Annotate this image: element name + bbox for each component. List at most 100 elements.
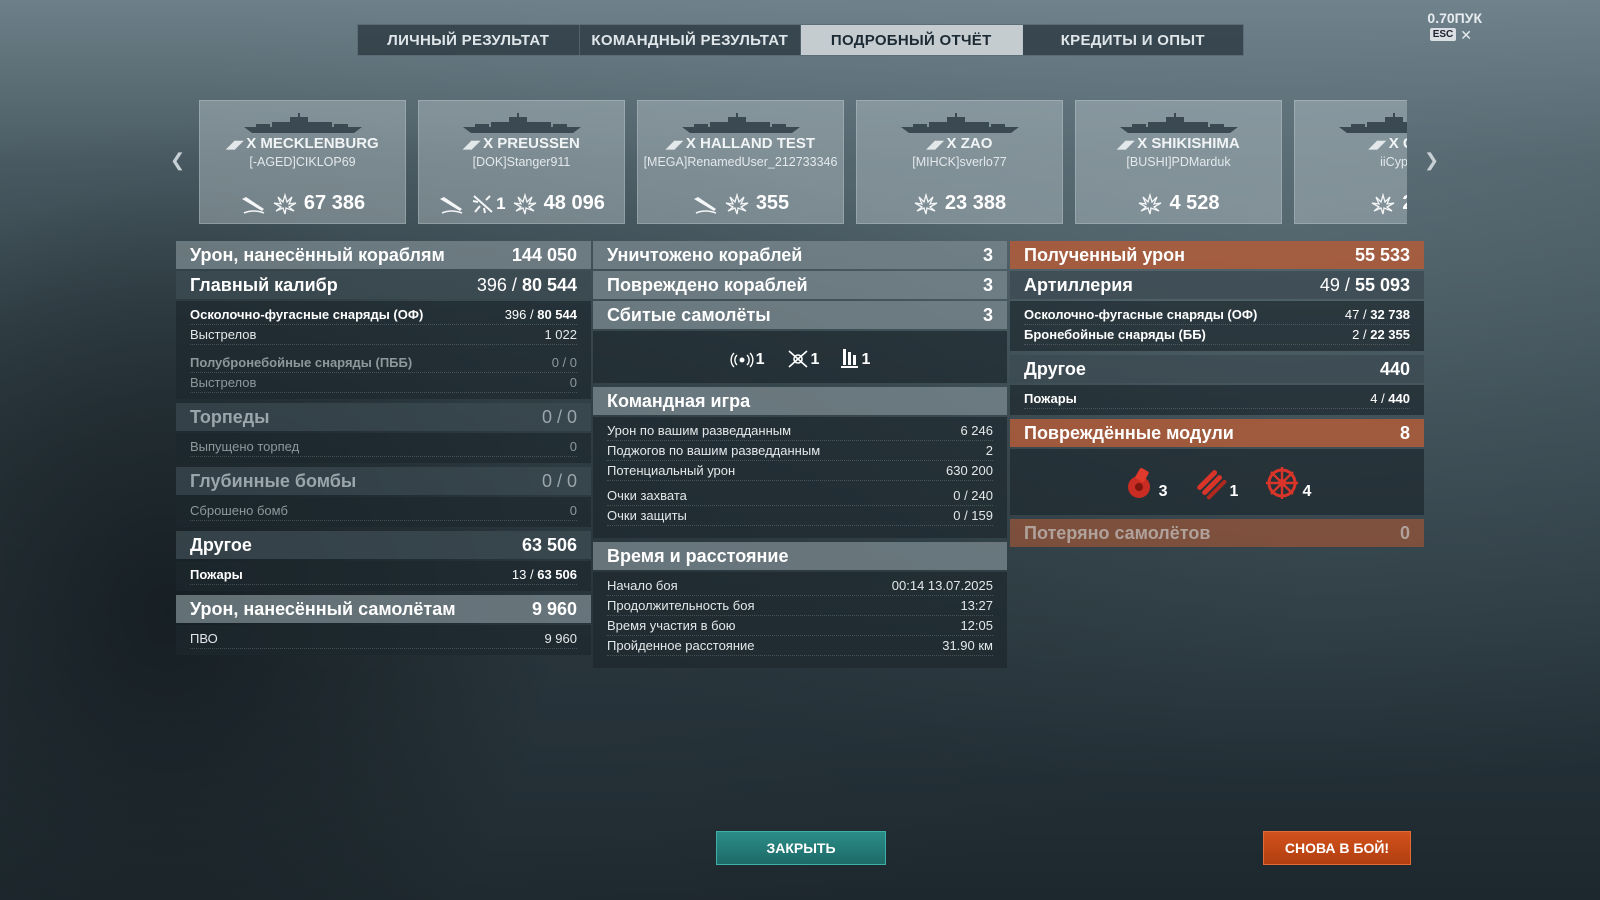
torpedoes-launched-value: 0 bbox=[569, 439, 577, 454]
ship-tier: X bbox=[246, 135, 257, 152]
torpedo-module-count: 1 bbox=[1229, 483, 1239, 500]
player-name: [BUSHI]PDMarduk bbox=[1126, 155, 1231, 169]
stat-row: Продолжительность боя 13:27 bbox=[607, 596, 993, 616]
card-damage: 67 386 bbox=[303, 192, 366, 214]
card-stats: 4 528 bbox=[1076, 192, 1281, 215]
received-other-header: Другое 440 bbox=[1010, 355, 1424, 383]
ship-title: SHIKISHIMA bbox=[1151, 135, 1240, 152]
received-he-label: Осколочно-фугасные снаряды (ОФ) bbox=[1024, 307, 1258, 322]
aa-row: ПВО 9 960 bbox=[190, 629, 577, 649]
ship-card[interactable]: ◢◤ X SHIKISHIMA [BUSHI]PDMarduk 4 528 bbox=[1075, 100, 1282, 224]
destroyed-label: Уничтожено кораблей bbox=[607, 244, 803, 265]
time-distance-body: Начало боя 00:14 13.07.2025 Продолжительно… bbox=[593, 572, 1007, 668]
ship-card[interactable]: ◢◤ X HALLAND TEST [MEGA]RenamedUser_212733… bbox=[637, 100, 844, 224]
player-name: [DOK]Stanger911 bbox=[472, 155, 571, 169]
received-he-row: Осколочно-фугасные снаряды (ОФ) 47 / 32 … bbox=[1024, 305, 1410, 325]
shells-body: Осколочно-фугасные снаряды (ОФ) 396 / 80… bbox=[176, 301, 591, 399]
close-button[interactable]: ЗАКРЫТЬ bbox=[716, 831, 886, 865]
barrage-count: 1 bbox=[861, 351, 871, 368]
artillery-damage: 55 093 bbox=[1354, 274, 1410, 295]
ship-card[interactable]: ◢◤ X ZAO [MIHCK]sverlo77 23 388 bbox=[856, 100, 1063, 224]
ship-card[interactable]: ◢◤ X MECKLENBURG [-AGED]CIKLOP69 67 386 bbox=[199, 100, 406, 224]
tab-3[interactable]: КРЕДИТЫ И ОПЫТ bbox=[1023, 25, 1244, 55]
player-name: [MIHCK]sverlo77 bbox=[912, 155, 1007, 169]
planes-shot-value: 3 bbox=[982, 304, 993, 325]
other-damage-header: Другое 63 506 bbox=[176, 531, 591, 559]
ship-tier: X bbox=[685, 135, 696, 152]
ship-title: HALLAND TEST bbox=[700, 135, 816, 152]
steering-module-icon bbox=[1266, 467, 1299, 499]
ship-silhouette-icon bbox=[1338, 113, 1407, 133]
aa-aura-stat: 1 bbox=[730, 351, 765, 369]
main-battery-label: Главный калибр bbox=[190, 274, 338, 295]
planes-damage-header: Урон, нанесённый самолётам 9 960 bbox=[176, 595, 591, 623]
torpedoes-label: Торпеды bbox=[190, 406, 270, 427]
bombs-dropped-label: Сброшено бомб bbox=[190, 503, 288, 518]
ship-title: MECKLENBURG bbox=[260, 135, 379, 152]
stat-row: Начало боя 00:14 13.07.2025 bbox=[607, 576, 993, 596]
close-icon[interactable]: ✕ bbox=[1460, 28, 1472, 42]
ship-name: ◢◤ X ZAO bbox=[857, 135, 1062, 152]
player-name: [-AGED]CIKLOP69 bbox=[249, 155, 356, 169]
ship-silhouette-icon bbox=[681, 113, 800, 133]
card-damage: 4 528 bbox=[1169, 192, 1220, 214]
tab-bar: ЛИЧНЫЙ РЕЗУЛЬТАТ КОМАНДНЫЙ РЕЗУЛЬТАТ ПОДРО… bbox=[357, 24, 1244, 56]
stat-value: 630 200 bbox=[946, 463, 993, 478]
esc-key-label: ESC bbox=[1429, 28, 1457, 41]
ship-title: GO bbox=[1403, 135, 1407, 152]
tab-2[interactable]: ПОДРОБНЫЙ ОТЧЁТ bbox=[801, 25, 1023, 55]
lost-planes-label: Потеряно самолётов bbox=[1024, 522, 1211, 543]
fighter-stat: 1 bbox=[787, 349, 819, 369]
damaged-header: Повреждено кораблей 3 bbox=[593, 271, 1007, 299]
stat-value: 0 / 240 bbox=[953, 488, 993, 503]
he-label: Осколочно-фугасные снаряды (ОФ) bbox=[190, 307, 424, 322]
chevron-right-icon[interactable]: ❯ bbox=[1424, 150, 1439, 171]
received-he-hits: 47 bbox=[1344, 307, 1360, 322]
damaged-label: Повреждено кораблей bbox=[607, 274, 808, 295]
ship-card[interactable]: ◢◤X GO iiCypri 29 bbox=[1294, 100, 1407, 224]
ship-damaged-icon bbox=[724, 192, 750, 215]
stat-value: 31.90 км bbox=[942, 638, 993, 653]
team-play-label: Командная игра bbox=[607, 390, 751, 411]
aa-value: 9 960 bbox=[544, 631, 577, 646]
fires-row: Пожары 13 / 63 506 bbox=[190, 565, 577, 585]
ship-name: ◢◤ X PREUSSEN bbox=[419, 135, 624, 152]
chevron-left-icon[interactable]: ❮ bbox=[170, 150, 185, 171]
battle-again-button[interactable]: СНОВА В БОЙ! bbox=[1263, 831, 1411, 865]
ship-damaged-icon bbox=[1370, 192, 1396, 215]
lost-planes-value: 0 bbox=[1399, 522, 1410, 543]
card-damage: 23 388 bbox=[944, 192, 1007, 214]
ship-class-icon: ◢◤ bbox=[1368, 139, 1386, 151]
planes-icons-body: 1 1 1 bbox=[593, 331, 1007, 383]
steering-module-stat: 4 bbox=[1264, 465, 1311, 501]
ship-damaged-icon bbox=[913, 192, 939, 215]
other-damage-body: Пожары 13 / 63 506 bbox=[176, 561, 591, 591]
planes-shot-label: Сбитые самолёты bbox=[607, 304, 771, 325]
stat-label: Начало боя bbox=[607, 578, 678, 593]
ship-cards: ◢◤ X MECKLENBURG [-AGED]CIKLOP69 67 386 ◢◤ X … bbox=[199, 100, 1407, 224]
steering-module-count: 4 bbox=[1302, 483, 1312, 500]
main-battery-header: Главный калибр 396 / 80 544 bbox=[176, 271, 591, 299]
tab-0[interactable]: ЛИЧНЫЙ РЕЗУЛЬТАТ bbox=[358, 25, 580, 55]
stat-label: Поджогов по вашим разведданным bbox=[607, 443, 821, 458]
fires-damage: 63 506 bbox=[537, 567, 577, 582]
ships-damage-value: 144 050 bbox=[511, 244, 577, 265]
received-ap-damage: 22 355 bbox=[1370, 327, 1410, 342]
aa-aura-icon bbox=[730, 352, 754, 368]
received-other-body: Пожары 4 / 440 bbox=[1010, 385, 1424, 415]
barrage-stat: 1 bbox=[841, 347, 870, 369]
stat-value: 2 bbox=[985, 443, 993, 458]
stat-value: 12:05 bbox=[960, 618, 993, 633]
torpedoes-body: Выпущено торпед 0 bbox=[176, 433, 591, 463]
ship-damaged-icon bbox=[512, 192, 538, 215]
stat-row: Очки защиты 0 / 159 bbox=[607, 506, 993, 526]
esc-close[interactable]: ESC ✕ bbox=[1429, 28, 1472, 42]
tab-1[interactable]: КОМАНДНЫЙ РЕЗУЛЬТАТ bbox=[580, 25, 801, 55]
ship-card[interactable]: ◢◤ X PREUSSEN [DOK]Stanger911 1 48 096 bbox=[418, 100, 625, 224]
plane-down-count: 1 bbox=[496, 193, 506, 213]
modules-label: Повреждённые модули bbox=[1024, 422, 1234, 443]
stat-label: Продолжительность боя bbox=[607, 598, 755, 613]
ship-damaged-icon bbox=[1137, 192, 1163, 215]
main-battery-damage: 80 544 bbox=[521, 274, 577, 295]
ship-tier: X bbox=[946, 135, 957, 152]
